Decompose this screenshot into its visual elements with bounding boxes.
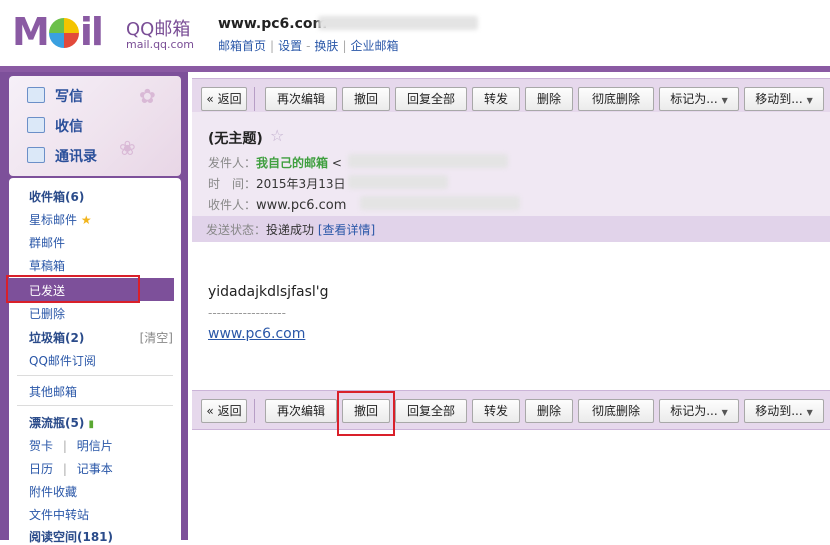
folder-spam[interactable]: 垃圾箱(2): [29, 329, 84, 346]
qqmail-logo[interactable]: Mil: [12, 10, 104, 54]
bottle-icon: ▮: [88, 419, 95, 430]
folder-postcard[interactable]: 明信片: [77, 439, 113, 453]
highlight-recall-box: [337, 391, 395, 436]
folder-deleted[interactable]: 已删除: [29, 305, 65, 322]
recall-button[interactable]: 撤回: [342, 87, 390, 111]
forward-button[interactable]: 转发: [472, 87, 520, 111]
settings-link[interactable]: 设置: [278, 39, 302, 53]
contacts-button[interactable]: 通讯录: [27, 146, 97, 166]
folder-subscriptions[interactable]: QQ邮件订阅: [29, 352, 96, 369]
blurred-email-address: [318, 16, 478, 30]
forward-button[interactable]: 转发: [472, 399, 520, 423]
move-to-dropdown[interactable]: 移动到... ▼: [744, 87, 824, 111]
folder-file-transfer[interactable]: 文件中转站: [29, 506, 89, 523]
caret-down-icon: ▼: [806, 408, 813, 417]
reedit-button[interactable]: 再次编辑: [265, 87, 337, 111]
folder-list: 收件箱(6) 星标邮件 ★ 群邮件 草稿箱 已发送 已删除 垃圾箱(2) [清空…: [6, 178, 181, 544]
reply-all-button[interactable]: 回复全部: [395, 399, 467, 423]
inbox-download-icon: [27, 117, 45, 133]
skin-link[interactable]: 换肤: [314, 39, 338, 53]
folder-attachments[interactable]: 附件收藏: [29, 483, 77, 500]
main-content: « 返回 再次编辑 撤回 回复全部 转发 删除 彻底删除 标记为... ▼ 移动到…: [188, 72, 830, 540]
sender-name[interactable]: 我自己的邮箱: [256, 156, 328, 170]
folder-notes[interactable]: 记事本: [77, 462, 113, 476]
move-to-dropdown[interactable]: 移动到... ▼: [744, 399, 824, 423]
toolbar-separator: [254, 399, 255, 423]
card-links: 贺卡 | 明信片: [29, 439, 113, 453]
folder-other-mailboxes[interactable]: 其他邮箱: [29, 383, 77, 400]
clear-spam-button[interactable]: [清空]: [140, 329, 173, 346]
reply-all-button[interactable]: 回复全部: [395, 87, 467, 111]
logo-o-icon: [48, 18, 79, 48]
contacts-card-icon: [27, 147, 45, 163]
calendar-links: 日历 | 记事本: [29, 462, 113, 476]
message-subject: (无主题): [208, 131, 263, 147]
recipient-row: 收件人：www.pc6.com: [208, 198, 347, 213]
enterprise-mail-link[interactable]: 企业邮箱: [350, 39, 398, 53]
decor-flower-icon: ✿: [139, 84, 156, 108]
message-header-panel: (无主题) ☆ 发件人：我自己的邮箱 < 时 间：2015年3月13日 收件人：…: [192, 112, 830, 242]
toolbar-separator: [254, 87, 255, 111]
signature-link[interactable]: www.pc6.com: [208, 326, 305, 342]
folder-greeting-card[interactable]: 贺卡: [29, 439, 53, 453]
time-row: 时 间：2015年3月13日: [208, 177, 346, 191]
star-toggle-icon[interactable]: ☆: [270, 126, 284, 145]
quick-actions-panel: ✿ ❀ 写信 收信 通讯录: [9, 76, 181, 176]
reedit-button[interactable]: 再次编辑: [265, 399, 337, 423]
message-body-text: yidadajkdlsjfasl'g: [208, 284, 329, 300]
folder-reading-space[interactable]: 阅读空间(181): [29, 528, 113, 545]
folder-divider: [17, 405, 173, 406]
folder-group-mail[interactable]: 群邮件: [29, 234, 65, 251]
caret-down-icon: ▼: [721, 408, 728, 417]
star-icon: ★: [80, 213, 92, 227]
folder-calendar[interactable]: 日历: [29, 462, 53, 476]
home-link[interactable]: 邮箱首页: [218, 39, 266, 53]
blurred-time: [348, 175, 448, 189]
compose-button[interactable]: 写信: [27, 86, 83, 106]
view-details-link[interactable]: [查看详情]: [318, 223, 375, 237]
message-toolbar-bottom: « 返回 再次编辑 撤回 回复全部 转发 删除 彻底删除 标记为... ▼ 移动到…: [192, 390, 830, 436]
sender-row: 发件人：我自己的邮箱 <: [208, 156, 342, 170]
blurred-recipient-address: [360, 196, 520, 210]
back-button[interactable]: « 返回: [201, 399, 247, 423]
header: Mil QQ邮箱 mail.qq.com www.pc6.com 邮箱首页 | 设置…: [0, 0, 830, 68]
folder-drafts[interactable]: 草稿箱: [29, 257, 65, 274]
folder-drift-bottle[interactable]: 漂流瓶(5) ▮: [29, 414, 94, 431]
folder-inbox[interactable]: 收件箱(6): [29, 188, 84, 205]
back-button[interactable]: « 返回: [201, 87, 247, 111]
mark-as-dropdown[interactable]: 标记为... ▼: [659, 399, 739, 423]
top-links: 邮箱首页 | 设置 - 换肤 | 企业邮箱: [218, 39, 399, 53]
folder-divider: [17, 375, 173, 376]
caret-down-icon: ▼: [806, 96, 813, 105]
highlight-sent-box: [6, 275, 140, 303]
mark-as-dropdown[interactable]: 标记为... ▼: [659, 87, 739, 111]
delivery-status-bar: 发送状态：投递成功 [查看详情]: [192, 216, 830, 242]
brand-domain: mail.qq.com: [126, 38, 195, 51]
caret-down-icon: ▼: [721, 96, 728, 105]
delete-button[interactable]: 删除: [525, 87, 573, 111]
decor-leaf-icon: ❀: [119, 136, 136, 160]
blurred-sender-address: [348, 154, 508, 168]
delete-button[interactable]: 删除: [525, 399, 573, 423]
pencil-icon: [27, 87, 45, 103]
signature-separator: ------------------: [208, 306, 286, 320]
sidebar: ✿ ❀ 写信 收信 通讯录 收件箱(6) 星标邮件 ★ 群邮件 草稿箱 已发送 …: [0, 72, 188, 544]
receive-button[interactable]: 收信: [27, 116, 83, 136]
purge-button[interactable]: 彻底删除: [578, 87, 654, 111]
user-account-name: www.pc6.com: [218, 16, 328, 32]
folder-starred[interactable]: 星标邮件 ★: [29, 211, 92, 228]
purge-button[interactable]: 彻底删除: [578, 399, 654, 423]
